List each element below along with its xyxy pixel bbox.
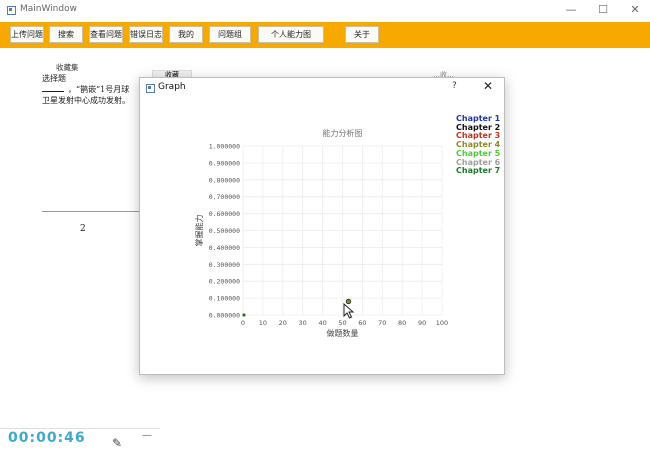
y-tick-label: 0.200000 xyxy=(209,278,240,286)
app-window-icon xyxy=(7,6,16,15)
collection-label: 收藏集 xyxy=(56,63,79,72)
ability-chart-button[interactable]: 个人能力图 xyxy=(258,26,324,43)
y-axis-label: 掌握能力 xyxy=(194,215,204,247)
x-tick-label: 80 xyxy=(398,319,406,327)
graph-dialog: Graph ? ✕ 能力分析图 0 10 20 30 40 50 60 70 80 90 100 0.0… xyxy=(139,77,505,375)
x-tick-label: 100 xyxy=(436,319,448,327)
x-tick-label: 0 xyxy=(241,319,245,327)
question-text-line1: ，“鹊嵌”1号月球 xyxy=(42,84,129,95)
y-tick-label: 1.000000 xyxy=(209,143,240,151)
ability-chart: 能力分析图 0 10 20 30 40 50 60 70 80 90 100 0.000000 0.100… xyxy=(194,128,448,338)
window-title: MainWindow xyxy=(20,4,77,14)
y-tick-label: 0.000000 xyxy=(209,312,240,320)
search-button[interactable]: 搜索 xyxy=(49,26,83,43)
y-tick-label: 0.100000 xyxy=(209,295,240,303)
page-number: 2 xyxy=(80,224,86,234)
question-text: ，“鹊嵌”1号月球 xyxy=(68,85,130,94)
y-tick-label: 0.500000 xyxy=(209,227,240,235)
question-type-label: 选择题 xyxy=(42,74,66,83)
main-title-bar: MainWindow — ☐ ✕ xyxy=(0,0,650,22)
x-tick-label: 30 xyxy=(299,319,307,327)
x-tick-label: 40 xyxy=(318,319,326,327)
answer-blank xyxy=(42,84,64,92)
y-tick-label: 0.600000 xyxy=(209,210,240,218)
x-axis-label: 做题数量 xyxy=(327,328,359,338)
x-tick-label: 10 xyxy=(259,319,267,327)
pen-icon[interactable]: ✎ xyxy=(112,436,122,450)
chart-legend: Chapter 1 Chapter 2 Chapter 3 Chapter 4 Chap… xyxy=(456,114,501,176)
my-button[interactable]: 我的 xyxy=(169,26,203,43)
y-tick-label: 0.400000 xyxy=(209,244,240,252)
y-tick-label: 0.700000 xyxy=(209,193,240,201)
y-tick-label: 0.900000 xyxy=(209,159,240,167)
toolbar: 上传问题 搜索 查看问题 错误日志 我的 问题组 个人能力图 关于 xyxy=(0,22,650,48)
timer-minimize-button[interactable]: — xyxy=(142,430,152,441)
data-point xyxy=(242,313,246,317)
y-tick-label: 0.800000 xyxy=(209,176,240,184)
x-tick-label: 90 xyxy=(418,319,426,327)
x-tick-label: 20 xyxy=(279,319,287,327)
view-questions-button[interactable]: 查看问题 xyxy=(89,26,123,43)
close-button[interactable]: ✕ xyxy=(626,2,644,18)
question-group-button[interactable]: 问题组 xyxy=(209,26,251,43)
question-text-line2: 卫星发射中心成功发射。 xyxy=(42,96,130,105)
timer-display: 00:00:46 xyxy=(8,430,86,446)
chart-title: 能力分析图 xyxy=(323,128,363,138)
mouse-cursor-icon xyxy=(343,303,355,319)
maximize-button[interactable]: ☐ xyxy=(594,2,612,18)
legend-item: Chapter 7 xyxy=(456,166,501,176)
x-tick-label: 60 xyxy=(358,319,366,327)
divider xyxy=(42,211,142,212)
y-tick-label: 0.300000 xyxy=(209,261,240,269)
error-log-button[interactable]: 错误日志 xyxy=(129,26,163,43)
minimize-button[interactable]: — xyxy=(562,2,580,18)
upload-question-button[interactable]: 上传问题 xyxy=(10,26,44,43)
about-button[interactable]: 关于 xyxy=(345,26,379,43)
x-tick-label: 50 xyxy=(338,319,346,327)
x-tick-label: 70 xyxy=(378,319,386,327)
